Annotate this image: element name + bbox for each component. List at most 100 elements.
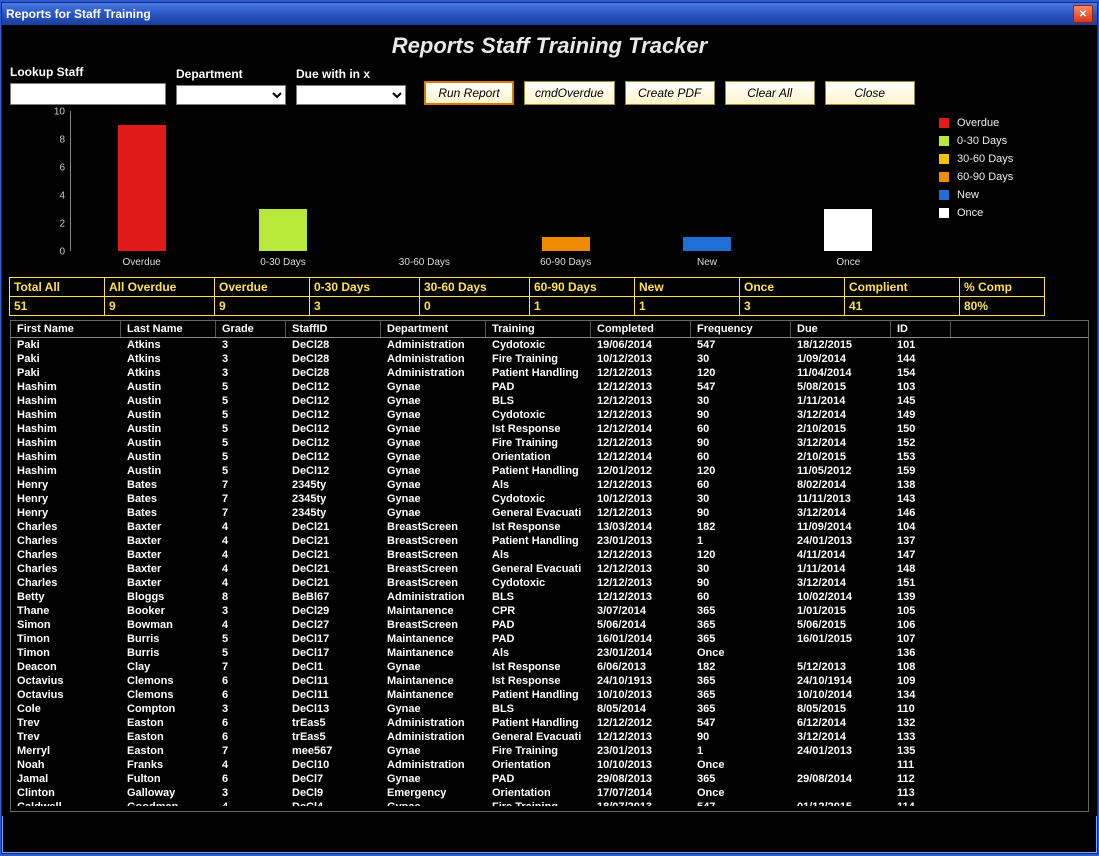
table-row[interactable]: TimonBurris5DeCl17MaintanenceAls23/01/20… [11, 646, 1088, 660]
column-header[interactable]: Last Name [121, 321, 216, 337]
column-header[interactable]: Training [486, 321, 591, 337]
cell: 111 [891, 758, 951, 772]
column-header[interactable]: ID [891, 321, 951, 337]
table-row[interactable]: TrevEaston6trEas5AdministrationPatient H… [11, 716, 1088, 730]
cell: Administration [381, 352, 486, 366]
column-header[interactable]: Frequency [691, 321, 791, 337]
cell: Gynae [381, 408, 486, 422]
cell: 108 [891, 660, 951, 674]
column-header[interactable]: Completed [591, 321, 691, 337]
cell: 30 [691, 492, 791, 506]
column-header[interactable]: Due [791, 321, 891, 337]
cell: Maintanence [381, 688, 486, 702]
cell: DeCl21 [286, 548, 381, 562]
cell: 2/10/2015 [791, 450, 891, 464]
table-row[interactable]: HashimAustin5DeCl12GynaeIst Response12/1… [11, 422, 1088, 436]
table-row[interactable]: ThaneBooker3DeCl29MaintanenceCPR3/07/201… [11, 604, 1088, 618]
table-row[interactable]: CaldwellGoodman4DeCl4GynaeFire Training1… [11, 800, 1088, 806]
x-label: New [697, 257, 717, 268]
department-select[interactable] [176, 85, 286, 105]
table-row[interactable]: JamalFulton6DeCl7GynaePAD29/08/201336529… [11, 772, 1088, 786]
table-row[interactable]: BettyBloggs8BeBl67AdministrationBLS12/12… [11, 590, 1088, 604]
cell: Emergency [381, 786, 486, 800]
table-row[interactable]: PakiAtkins3DeCl28AdministrationFire Trai… [11, 352, 1088, 366]
x-label: Once [836, 257, 860, 268]
legend-label: 30-60 Days [957, 153, 1013, 165]
cell: BLS [486, 702, 591, 716]
column-header[interactable]: StaffID [286, 321, 381, 337]
table-row[interactable]: NoahFranks4DeCl10AdministrationOrientati… [11, 758, 1088, 772]
column-header[interactable]: Department [381, 321, 486, 337]
cell: Bates [121, 492, 216, 506]
cell: Cydotoxic [486, 576, 591, 590]
column-header[interactable]: First Name [11, 321, 121, 337]
cell: Austin [121, 464, 216, 478]
table-row[interactable]: HenryBates72345tyGynaeGeneral Evacuati12… [11, 506, 1088, 520]
cell: 5 [216, 380, 286, 394]
close-button[interactable]: Close [825, 81, 915, 105]
table-row[interactable]: TimonBurris5DeCl17MaintanencePAD16/01/20… [11, 632, 1088, 646]
table-row[interactable]: CharlesBaxter4DeCl21BreastScreenAls12/12… [11, 548, 1088, 562]
table-row[interactable]: HenryBates72345tyGynaeAls12/12/2013608/0… [11, 478, 1088, 492]
cell: 143 [891, 492, 951, 506]
cell: Austin [121, 450, 216, 464]
table-row[interactable]: HashimAustin5DeCl12GynaeFire Training12/… [11, 436, 1088, 450]
summary-value: 3 [739, 296, 845, 316]
table-row[interactable]: HenryBates72345tyGynaeCydotoxic10/12/201… [11, 492, 1088, 506]
cell: Burris [121, 632, 216, 646]
cell: BreastScreen [381, 534, 486, 548]
cell: 12/12/2013 [591, 548, 691, 562]
table-row[interactable]: MerrylEaston7mee567GynaeFire Training23/… [11, 744, 1088, 758]
cell: Patient Handling [486, 688, 591, 702]
table-row[interactable]: HashimAustin5DeCl12GynaePAD12/12/2013547… [11, 380, 1088, 394]
table-row[interactable]: HashimAustin5DeCl12GynaeOrientation12/12… [11, 450, 1088, 464]
legend-item: New [939, 189, 1089, 201]
table-row[interactable]: DeaconClay7DeCl1GynaeIst Response6/06/20… [11, 660, 1088, 674]
table-row[interactable]: ClintonGalloway3DeCl9EmergencyOrientatio… [11, 786, 1088, 800]
cell: 5/06/2014 [591, 618, 691, 632]
cell: DeCl29 [286, 604, 381, 618]
due-select[interactable] [296, 85, 406, 105]
table-row[interactable]: HashimAustin5DeCl12GynaePatient Handling… [11, 464, 1088, 478]
cell: 3 [216, 786, 286, 800]
titlebar[interactable]: Reports for Staff Training ✕ [2, 3, 1097, 25]
clear-all-button[interactable]: Clear All [725, 81, 815, 105]
cell: DeCl21 [286, 576, 381, 590]
table-row[interactable]: SimonBowman4DeCl27BreastScreenPAD5/06/20… [11, 618, 1088, 632]
table-row[interactable]: CharlesBaxter4DeCl21BreastScreenGeneral … [11, 562, 1088, 576]
run-report-button[interactable]: Run Report [424, 81, 514, 105]
cell: DeCl12 [286, 464, 381, 478]
table-row[interactable]: CharlesBaxter4DeCl21BreastScreenIst Resp… [11, 520, 1088, 534]
cell: 147 [891, 548, 951, 562]
table-body[interactable]: PakiAtkins3DeCl28AdministrationCydotoxic… [11, 338, 1088, 806]
cell: 3/12/2014 [791, 408, 891, 422]
cell: Clinton [11, 786, 121, 800]
table-row[interactable]: PakiAtkins3DeCl28AdministrationPatient H… [11, 366, 1088, 380]
table-row[interactable]: CharlesBaxter4DeCl21BreastScreenPatient … [11, 534, 1088, 548]
close-icon[interactable]: ✕ [1073, 5, 1093, 23]
cell: 365 [691, 702, 791, 716]
table-row[interactable]: CharlesBaxter4DeCl21BreastScreenCydotoxi… [11, 576, 1088, 590]
column-header[interactable]: Grade [216, 321, 286, 337]
table-row[interactable]: OctaviusClemons6DeCl11MaintanencePatient… [11, 688, 1088, 702]
table-row[interactable]: OctaviusClemons6DeCl11MaintanenceIst Res… [11, 674, 1088, 688]
cell: Goodman [121, 800, 216, 806]
cell: 24/01/2013 [791, 744, 891, 758]
table-row[interactable]: HashimAustin5DeCl12GynaeCydotoxic12/12/2… [11, 408, 1088, 422]
cell: Fire Training [486, 352, 591, 366]
cmdoverdue-button[interactable]: cmdOverdue [524, 81, 615, 105]
create-pdf-button[interactable]: Create PDF [625, 81, 715, 105]
bar-chart: 0246810Overdue0-30 Days30-60 Days60-90 D… [30, 111, 1089, 276]
table-row[interactable]: PakiAtkins3DeCl28AdministrationCydotoxic… [11, 338, 1088, 352]
cell: BreastScreen [381, 562, 486, 576]
cell: Atkins [121, 352, 216, 366]
table-row[interactable]: TrevEaston6trEas5AdministrationGeneral E… [11, 730, 1088, 744]
cell: DeCl28 [286, 366, 381, 380]
lookup-input[interactable] [10, 83, 166, 105]
cell: 5 [216, 436, 286, 450]
cell: 4 [216, 548, 286, 562]
cell: 4 [216, 758, 286, 772]
cell [791, 758, 891, 772]
table-row[interactable]: ColeCompton3DeCl13GynaeBLS8/05/20143658/… [11, 702, 1088, 716]
table-row[interactable]: HashimAustin5DeCl12GynaeBLS12/12/2013301… [11, 394, 1088, 408]
